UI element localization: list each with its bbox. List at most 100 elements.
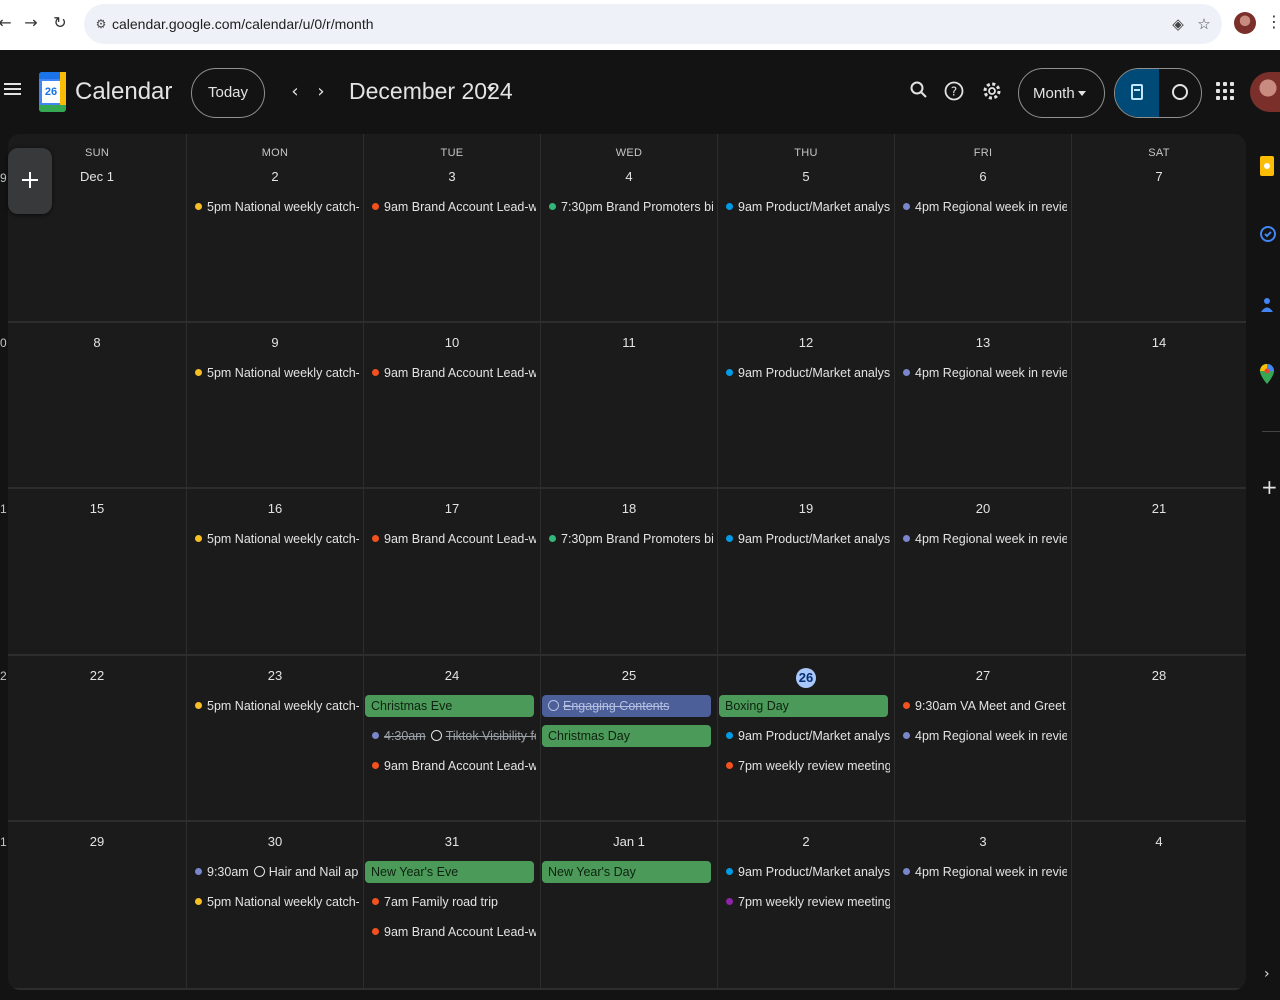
day-cell[interactable]: Jan 1 New Year's Day xyxy=(540,822,717,988)
timed-event[interactable]: 9am Product/Market analysis xyxy=(725,196,890,218)
gear-icon[interactable] xyxy=(980,80,1004,104)
forward-arrow-icon[interactable]: → xyxy=(20,12,42,34)
timed-event[interactable]: 4pm Regional week in review xyxy=(902,861,1067,883)
day-cell[interactable]: 30 9:30am Hair and Nail appoint 5pm Nationa… xyxy=(186,822,363,988)
chevron-right-icon[interactable]: › xyxy=(1264,966,1270,982)
timed-event[interactable]: 4:30am Tiktok Visibility for my xyxy=(371,725,536,747)
date-number[interactable]: 14 xyxy=(1072,335,1246,350)
day-cell[interactable]: 27 9:30am VA Meet and Greet 4pm Regional w… xyxy=(894,656,1071,820)
date-number[interactable]: 28 xyxy=(1072,668,1246,683)
browser-menu-icon[interactable]: ⋮ xyxy=(1266,12,1280,31)
day-cell[interactable]: 19 9am Product/Market analysis xyxy=(717,489,894,654)
timed-event[interactable]: 9am Brand Account Lead-weekly xyxy=(371,921,536,943)
today-button[interactable]: Today xyxy=(191,68,265,118)
day-cell[interactable]: 15 xyxy=(8,489,186,654)
reload-icon[interactable]: ↻ xyxy=(49,12,71,34)
day-cell[interactable]: 10 9am Brand Account Lead-weekly xyxy=(363,323,540,487)
maps-icon[interactable] xyxy=(1260,364,1278,384)
timed-event[interactable]: 9am Product/Market analysis xyxy=(725,725,890,747)
timed-event[interactable]: 5pm National weekly catch-up m xyxy=(194,528,359,550)
day-cell[interactable]: 17 9am Brand Account Lead-weekly xyxy=(363,489,540,654)
date-number[interactable]: 29 xyxy=(8,834,186,849)
date-number[interactable]: 18 xyxy=(541,501,717,516)
timed-event[interactable]: 4pm Regional week in review xyxy=(902,725,1067,747)
day-cell[interactable]: 22 xyxy=(8,656,186,820)
view-switcher[interactable]: Month xyxy=(1018,68,1105,118)
timed-event[interactable]: 5pm National weekly catch-up m xyxy=(194,891,359,913)
date-number[interactable]: 11 xyxy=(541,335,717,350)
day-cell[interactable]: 3 4pm Regional week in review xyxy=(894,822,1071,988)
date-number[interactable]: 19 xyxy=(718,501,894,516)
day-cell[interactable]: 28 xyxy=(1071,656,1246,820)
all-day-event-chip[interactable]: New Year's Eve xyxy=(365,861,534,883)
timed-event[interactable]: 7:30pm Brand Promoters bi-weel xyxy=(548,196,713,218)
day-cell[interactable]: 14 xyxy=(1071,323,1246,487)
day-cell[interactable]: 4 xyxy=(1071,822,1246,988)
date-number[interactable]: 20 xyxy=(895,501,1071,516)
calendar-view-toggle[interactable] xyxy=(1115,69,1159,117)
day-cell[interactable]: THU 5 9am Product/Market analysis xyxy=(717,134,894,321)
date-number[interactable]: 21 xyxy=(1072,501,1246,516)
all-day-event-chip[interactable]: Christmas Eve xyxy=(365,695,534,717)
help-icon[interactable]: ? xyxy=(942,80,966,104)
day-cell[interactable]: 18 7:30pm Brand Promoters bi-weel xyxy=(540,489,717,654)
date-number[interactable]: 5 xyxy=(718,169,894,184)
app-title[interactable]: Calendar xyxy=(75,78,172,106)
browser-profile-avatar[interactable] xyxy=(1234,12,1256,34)
timed-event[interactable]: 9am Brand Account Lead-weekly xyxy=(371,362,536,384)
date-number[interactable]: 2 xyxy=(718,834,894,849)
date-number[interactable]: 4 xyxy=(1072,834,1246,849)
timed-event[interactable]: 9am Brand Account Lead-weekly xyxy=(371,528,536,550)
search-icon[interactable] xyxy=(907,80,931,104)
all-day-event-chip[interactable]: Engaging Contents xyxy=(542,695,711,717)
day-cell[interactable]: 8 xyxy=(8,323,186,487)
all-day-event-chip[interactable]: Christmas Day xyxy=(542,725,711,747)
contacts-icon[interactable] xyxy=(1260,296,1278,316)
back-arrow-icon[interactable]: ← xyxy=(0,12,16,34)
day-cell[interactable]: 20 4pm Regional week in review xyxy=(894,489,1071,654)
apps-grid-icon[interactable] xyxy=(1216,82,1234,100)
address-bar[interactable]: ⚙ calendar.google.com/calendar/u/0/r/mon… xyxy=(84,4,1222,44)
day-cell[interactable]: 21 xyxy=(1071,489,1246,654)
date-number[interactable]: 25 xyxy=(541,668,717,683)
create-button[interactable] xyxy=(8,148,52,214)
timed-event[interactable]: 9:30am Hair and Nail appoint xyxy=(194,861,359,883)
date-number[interactable]: 22 xyxy=(8,668,186,683)
date-number[interactable]: 23 xyxy=(187,668,363,683)
date-number[interactable]: 2 xyxy=(187,169,363,184)
lens-icon[interactable]: ◈ xyxy=(1168,14,1188,34)
today-date-number[interactable]: 26 xyxy=(718,668,894,688)
date-number[interactable]: 27 xyxy=(895,668,1071,683)
date-number[interactable]: 17 xyxy=(364,501,540,516)
day-cell[interactable]: SAT 7 xyxy=(1071,134,1246,321)
timed-event[interactable]: 9am Brand Account Lead-weekly xyxy=(371,755,536,777)
day-cell[interactable]: 2 9am Product/Market analysis 7pm weekly r… xyxy=(717,822,894,988)
date-number[interactable]: Jan 1 xyxy=(541,834,717,849)
date-number[interactable]: 12 xyxy=(718,335,894,350)
date-number[interactable]: 8 xyxy=(8,335,186,350)
keep-icon[interactable] xyxy=(1260,156,1278,176)
next-month-icon[interactable]: › xyxy=(309,80,333,104)
get-addons-plus-icon[interactable]: + xyxy=(1261,475,1278,499)
date-number[interactable]: 3 xyxy=(364,169,540,184)
date-number[interactable]: 10 xyxy=(364,335,540,350)
timed-event[interactable]: 4pm Regional week in review xyxy=(902,362,1067,384)
timed-event[interactable]: 9am Product/Market analysis xyxy=(725,528,890,550)
day-cell[interactable]: TUE 3 9am Brand Account Lead-weekly xyxy=(363,134,540,321)
account-avatar[interactable] xyxy=(1250,72,1280,112)
timed-event[interactable]: 5pm National weekly catch-up m xyxy=(194,196,359,218)
timed-event[interactable]: 4pm Regional week in review xyxy=(902,196,1067,218)
all-day-event-chip[interactable]: Boxing Day xyxy=(719,695,888,717)
day-cell[interactable]: 23 5pm National weekly catch-up m xyxy=(186,656,363,820)
date-number[interactable]: 31 xyxy=(364,834,540,849)
day-cell[interactable]: FRI 6 4pm Regional week in review xyxy=(894,134,1071,321)
date-number[interactable]: 6 xyxy=(895,169,1071,184)
date-number[interactable]: 9 xyxy=(187,335,363,350)
day-cell[interactable]: 16 5pm National weekly catch-up m xyxy=(186,489,363,654)
timed-event[interactable]: 4pm Regional week in review xyxy=(902,528,1067,550)
timed-event[interactable]: 9:30am VA Meet and Greet xyxy=(902,695,1067,717)
timed-event[interactable]: 9am Brand Account Lead-weekly xyxy=(371,196,536,218)
day-cell[interactable]: MON 2 5pm National weekly catch-up m xyxy=(186,134,363,321)
timed-event[interactable]: 7pm weekly review meeting xyxy=(725,891,890,913)
date-number[interactable]: 4 xyxy=(541,169,717,184)
